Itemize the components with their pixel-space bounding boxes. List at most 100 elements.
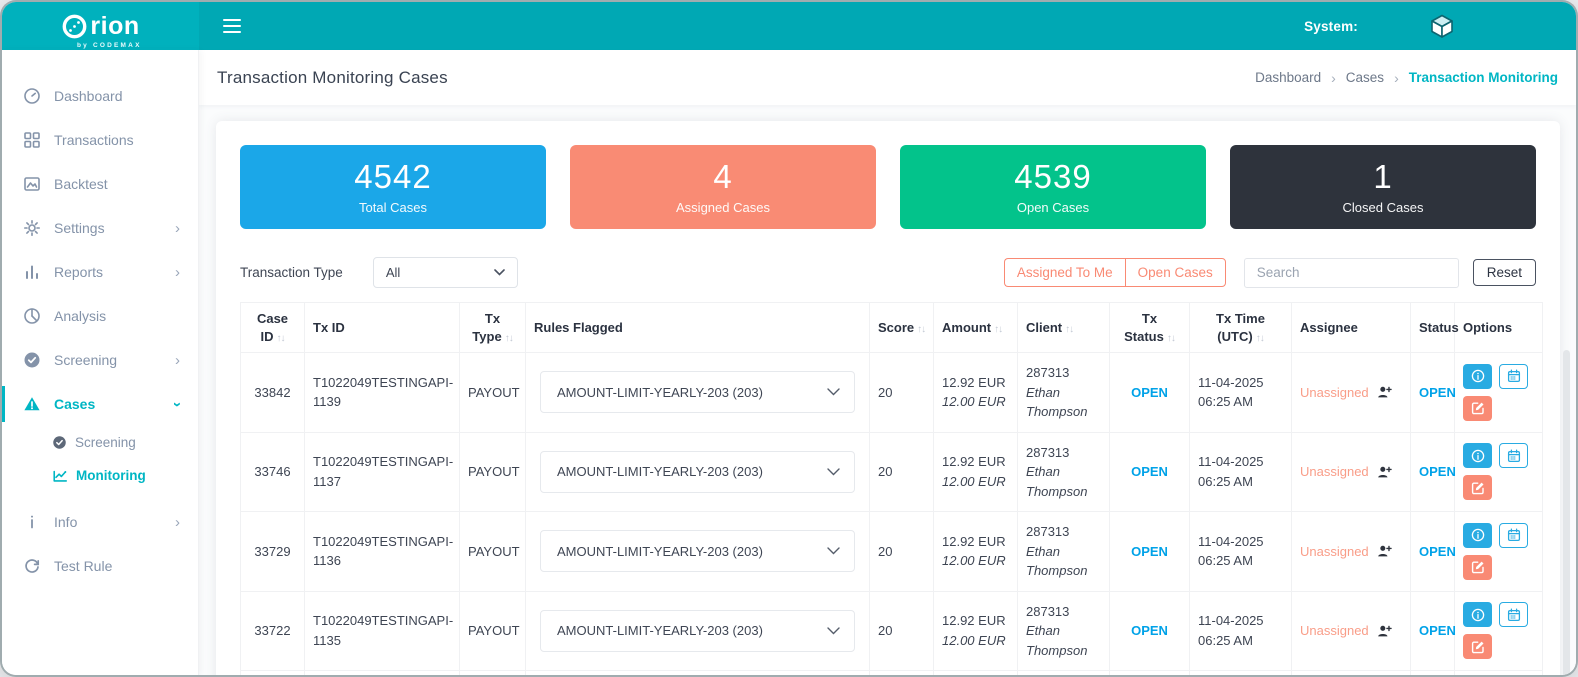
breadcrumb-cases[interactable]: Cases <box>1346 70 1384 85</box>
cube-icon[interactable] <box>1428 12 1456 40</box>
open-cases-button[interactable]: Open Cases <box>1125 258 1226 287</box>
col-tx-time[interactable]: Tx Time (UTC)↑↓ <box>1190 303 1292 353</box>
reset-button[interactable]: Reset <box>1473 259 1536 286</box>
col-tx-status[interactable]: Tx Status↑↓ <box>1110 303 1190 353</box>
cell-tx-type: PAYOUT <box>460 671 526 677</box>
sidebar-item-label: Test Rule <box>54 558 112 574</box>
filter-button-group: Assigned To Me Open Cases <box>1004 258 1226 287</box>
sidebar-item-cases[interactable]: Cases › <box>2 382 198 426</box>
sort-icon[interactable]: ↑↓ <box>917 324 925 335</box>
rules-flagged-select[interactable]: AMOUNT-LIMIT-YEARLY-203 (203) <box>540 610 855 652</box>
sidebar-item-reports[interactable]: Reports › <box>2 250 198 294</box>
sidebar-item-info[interactable]: Info › <box>2 500 198 544</box>
cell-tx-id: T1022049TESTINGAPI-1136 <box>305 512 460 592</box>
col-score[interactable]: Score↑↓ <box>870 303 934 353</box>
info-icon <box>1471 369 1485 383</box>
sidebar-item-transactions[interactable]: Transactions <box>2 118 198 162</box>
cell-tx-status: OPEN <box>1110 353 1190 433</box>
table-body: 33842 T1022049TESTINGAPI-1139 PAYOUT AMO… <box>241 353 1543 677</box>
refresh-icon <box>23 557 41 575</box>
transaction-type-value: All <box>386 265 400 280</box>
calendar-button[interactable] <box>1499 443 1528 468</box>
calendar-button[interactable] <box>1499 364 1528 389</box>
cell-tx-id: T1022049TESTINGAPI-1139 <box>305 353 460 433</box>
cell-score: 20 <box>870 432 934 512</box>
col-amount[interactable]: Amount↑↓ <box>934 303 1018 353</box>
col-case-id[interactable]: Case ID↑↓ <box>241 303 305 353</box>
chevron-down-icon <box>494 269 505 276</box>
stat-label: Total Cases <box>359 200 427 215</box>
info-button[interactable] <box>1463 364 1492 389</box>
stat-label: Closed Cases <box>1343 200 1424 215</box>
edit-button[interactable] <box>1463 475 1492 500</box>
cell-client: 287313Ethan Thompson <box>1018 591 1110 671</box>
person-add-icon[interactable] <box>1377 624 1392 638</box>
sidebar-item-settings[interactable]: Settings › <box>2 206 198 250</box>
hamburger-icon[interactable] <box>217 13 247 39</box>
sidebar-item-dashboard[interactable]: Dashboard <box>2 74 198 118</box>
sort-icon[interactable]: ↑↓ <box>505 333 513 344</box>
edit-button[interactable] <box>1463 634 1492 659</box>
col-client[interactable]: Client↑↓ <box>1018 303 1110 353</box>
rules-flagged-select[interactable]: AMOUNT-LIMIT-YEARLY-203 (203) <box>540 530 855 572</box>
assigned-to-me-button[interactable]: Assigned To Me <box>1004 258 1125 287</box>
brand-byline: by CODEMAX <box>77 42 142 49</box>
cell-amount: 12.92 EUR12.00 EUR <box>934 512 1018 592</box>
sidebar-item-backtest[interactable]: Backtest <box>2 162 198 206</box>
brand-logo[interactable]: rion by CODEMAX <box>61 13 139 40</box>
cases-table: Case ID↑↓ Tx ID Tx Type↑↓ Rules Flagged … <box>240 302 1543 677</box>
sidebar-subitem-screening[interactable]: Screening <box>2 426 198 459</box>
transaction-type-select[interactable]: All <box>373 257 518 288</box>
person-add-icon[interactable] <box>1377 385 1392 399</box>
cell-rules-flagged: AMOUNT-LIMIT-YEARLY-203 (203) <box>526 432 870 512</box>
person-add-icon[interactable] <box>1377 465 1392 479</box>
cell-client: 287313Ethan Thompson <box>1018 512 1110 592</box>
sort-icon[interactable]: ↑↓ <box>1256 333 1264 344</box>
cell-client: 287313Ethan Thompson <box>1018 432 1110 512</box>
calendar-button[interactable] <box>1499 523 1528 548</box>
calendar-button[interactable] <box>1499 602 1528 627</box>
cell-assignee: Unassigned <box>1292 671 1411 677</box>
calendar-icon <box>1507 449 1521 463</box>
vertical-scrollbar[interactable] <box>1563 350 1570 677</box>
chevron-right-icon: › <box>175 220 180 237</box>
sidebar-item-screening[interactable]: Screening › <box>2 338 198 382</box>
breadcrumb-dashboard[interactable]: Dashboard <box>1255 70 1321 85</box>
sort-icon[interactable]: ↑↓ <box>277 333 285 344</box>
info-button[interactable] <box>1463 602 1492 627</box>
stat-value: 4542 <box>354 159 431 195</box>
rules-flagged-select[interactable]: AMOUNT-LIMIT-YEARLY-203 (203) <box>540 371 855 413</box>
cell-status: OPEN <box>1411 432 1455 512</box>
calendar-icon <box>1507 528 1521 542</box>
cell-amount: 12.92 EUR12.00 EUR <box>934 432 1018 512</box>
sidebar-item-analysis[interactable]: Analysis <box>2 294 198 338</box>
info-button[interactable] <box>1463 523 1492 548</box>
cell-tx-status: OPEN <box>1110 671 1190 677</box>
sidebar-item-label: Dashboard <box>54 88 123 104</box>
sort-icon[interactable]: ↑↓ <box>1065 324 1073 335</box>
breadcrumb-separator-icon: › <box>1331 70 1336 86</box>
sidebar-item-test-rule[interactable]: Test Rule <box>2 544 198 588</box>
edit-button[interactable] <box>1463 396 1492 421</box>
sidebar-subitem-monitoring[interactable]: Monitoring <box>2 459 198 492</box>
info-icon <box>1471 449 1485 463</box>
cell-assignee: Unassigned <box>1292 353 1411 433</box>
info-button[interactable] <box>1463 443 1492 468</box>
sort-icon[interactable]: ↑↓ <box>994 324 1002 335</box>
edit-icon <box>1471 560 1485 574</box>
edit-icon <box>1471 401 1485 415</box>
cell-status: OPEN <box>1411 591 1455 671</box>
cell-rules-flagged: AMOUNT-LIMIT-YEARLY-203 (203) <box>526 591 870 671</box>
edit-icon <box>1471 481 1485 495</box>
table-header-row: Case ID↑↓ Tx ID Tx Type↑↓ Rules Flagged … <box>241 303 1543 353</box>
edit-button[interactable] <box>1463 555 1492 580</box>
chevron-down-icon <box>827 627 840 635</box>
sort-icon[interactable]: ↑↓ <box>1167 333 1175 344</box>
cell-tx-time: 11-04-202506:25 AM <box>1190 671 1292 677</box>
rules-flagged-select[interactable]: AMOUNT-LIMIT-YEARLY-203 (203) <box>540 451 855 493</box>
search-input[interactable] <box>1244 258 1459 288</box>
col-tx-type[interactable]: Tx Type↑↓ <box>460 303 526 353</box>
cell-case-id: 33746 <box>241 432 305 512</box>
person-add-icon[interactable] <box>1377 544 1392 558</box>
chevron-right-icon: › <box>175 264 180 281</box>
